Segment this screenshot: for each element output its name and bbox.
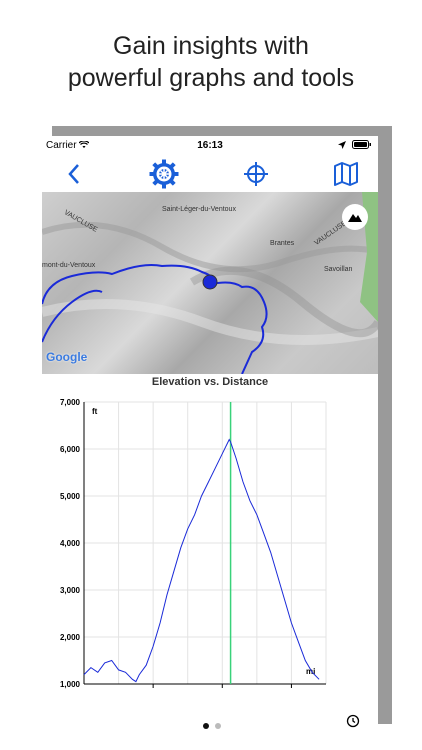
phone-screen: Carrier 16:13 VAUCLUSE Saint-Léger-du-Ve…: [42, 136, 378, 738]
status-time: 16:13: [197, 140, 223, 151]
y-tick-label: 5,000: [60, 492, 81, 501]
y-tick-label: 1,000: [60, 680, 81, 689]
history-button[interactable]: [346, 714, 360, 733]
elevation-line: [83, 438, 320, 683]
toolbar: [42, 156, 378, 192]
y-tick-label: 4,000: [60, 539, 81, 548]
locate-button[interactable]: [238, 156, 274, 192]
y-tick-label: 2,000: [60, 633, 81, 642]
map-label: Saint-Léger-du-Ventoux: [162, 206, 236, 213]
page-indicator[interactable]: [200, 716, 224, 734]
terrain-map[interactable]: VAUCLUSE Saint-Léger-du-Ventoux Brantes …: [42, 192, 378, 374]
headline: Gain insights with powerful graphs and t…: [0, 30, 422, 94]
settings-button[interactable]: [146, 156, 182, 192]
map-label: Brantes: [270, 240, 295, 247]
map-button[interactable]: [328, 156, 364, 192]
y-axis-unit: ft: [92, 407, 98, 416]
map-label: Savoillan: [324, 266, 353, 273]
map-label: mont-du-Ventoux: [42, 262, 96, 269]
headline-line-1: Gain insights with: [113, 32, 309, 60]
page-dot-active[interactable]: [203, 723, 209, 729]
location-arrow-icon: [338, 141, 347, 149]
crosshair-icon: [244, 162, 268, 186]
status-bar: Carrier 16:13: [42, 136, 378, 156]
gear-icon: [149, 159, 179, 189]
battery-icon: [352, 140, 371, 149]
map-terrain: [42, 192, 378, 374]
page-dot[interactable]: [215, 723, 221, 729]
status-right: [338, 140, 372, 152]
y-tick-label: 6,000: [60, 445, 81, 454]
folded-map-icon: [334, 162, 358, 186]
y-tick-label: 3,000: [60, 586, 81, 595]
clock-icon: [346, 714, 360, 728]
chevron-left-icon: [68, 164, 79, 184]
mountain-icon: [348, 214, 362, 222]
headline-line-2: powerful graphs and tools: [67, 64, 355, 92]
elevation-chart[interactable]: 1,0002,0003,0004,0005,0006,0007,00010203…: [42, 390, 378, 690]
y-tick-label: 7,000: [60, 398, 81, 407]
google-logo: Google: [46, 350, 88, 364]
chart-title: Elevation vs. Distance: [151, 376, 269, 388]
terrain-toggle-button[interactable]: [342, 204, 368, 230]
back-button[interactable]: [56, 156, 92, 192]
